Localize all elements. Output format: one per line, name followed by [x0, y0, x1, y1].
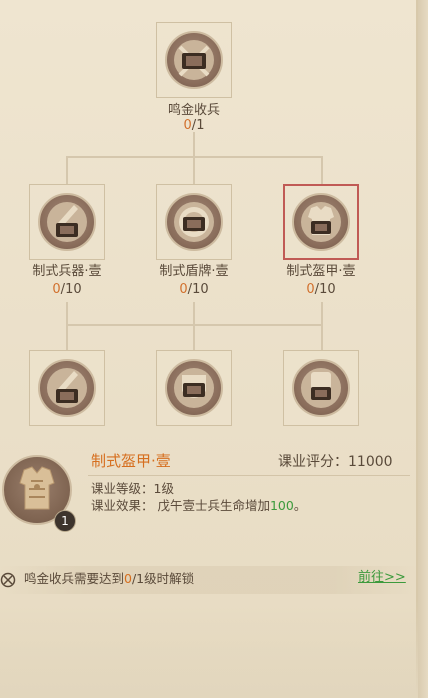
- shield-scroll-icon: [174, 202, 214, 242]
- connector: [66, 302, 68, 350]
- connector: [193, 132, 195, 158]
- bottom-decoration: [0, 600, 418, 698]
- node-label: 制式盔甲·壹: [286, 264, 356, 279]
- node-progress: 0/10: [134, 282, 254, 298]
- node-circle: [38, 193, 96, 251]
- progress-max: 10: [192, 282, 209, 297]
- unlock-text: 鸣金收兵需要达到0/1级时解锁: [24, 571, 194, 587]
- connector: [321, 302, 323, 350]
- level-badge: 1: [54, 510, 76, 532]
- progress-max: 10: [65, 282, 82, 297]
- node-progress: 0/10: [7, 282, 127, 298]
- progress-current: 0: [52, 282, 61, 297]
- effect-prefix: 课业效果： 戊午壹士兵生命增加: [91, 498, 270, 513]
- skill-node-shield-2[interactable]: [156, 350, 232, 426]
- progress-current: 0: [179, 282, 188, 297]
- node-label: 鸣金收兵: [167, 103, 220, 118]
- goto-link[interactable]: 前往>>: [358, 570, 406, 586]
- node-circle: [292, 193, 350, 251]
- effect-value: 100: [269, 498, 294, 513]
- score-value: 11000: [348, 454, 393, 470]
- node-label: 制式盾牌·壹: [159, 264, 229, 279]
- node-circle: [165, 193, 223, 251]
- progress-current: 0: [183, 118, 192, 133]
- unlock-prefix: 鸣金收兵需要达到: [24, 571, 125, 586]
- unlock-suffix: /1级时解锁: [131, 571, 195, 586]
- connector: [193, 156, 195, 184]
- panel-edge: [418, 0, 428, 698]
- skill-node-weapon-2[interactable]: [29, 350, 105, 426]
- level-badge-text: 1: [61, 514, 69, 528]
- node-circle: [165, 359, 223, 417]
- weapon-scroll-icon: [47, 202, 87, 242]
- score-label: 课业评分：: [278, 454, 348, 470]
- detail-title: 制式盔甲·壹: [91, 452, 171, 470]
- connector: [193, 302, 195, 350]
- skill-node-armor[interactable]: [283, 184, 359, 260]
- node-label: 制式兵器·壹: [32, 264, 102, 279]
- scroll-crossed-icon: [174, 40, 214, 80]
- armor-scroll-icon: [301, 202, 341, 242]
- connector: [66, 156, 68, 184]
- node-progress: 0/10: [261, 282, 381, 298]
- skill-node-top[interactable]: [156, 22, 232, 98]
- skill-node-weapon[interactable]: [29, 184, 105, 260]
- progress-max: 10: [319, 282, 336, 297]
- lock-icon: [0, 572, 16, 588]
- effect-suffix: 。: [293, 498, 307, 513]
- weapon-scroll-icon: [47, 368, 87, 408]
- unlock-value: 0: [124, 571, 132, 586]
- node-circle: [38, 359, 96, 417]
- shield-scroll-icon: [174, 368, 214, 408]
- connector: [321, 156, 323, 184]
- connector: [66, 324, 323, 326]
- detail-effect: 课业效果： 戊午壹士兵生命增加100。: [91, 498, 306, 514]
- node-circle: [165, 31, 223, 89]
- detail-level: 课业等级：1级: [91, 481, 174, 496]
- node-circle: [292, 359, 350, 417]
- skill-node-armor-2[interactable]: [283, 350, 359, 426]
- detail-icon-frame: 1: [0, 452, 78, 532]
- skill-node-shield[interactable]: [156, 184, 232, 260]
- detail-score: 课业评分：11000: [278, 453, 393, 471]
- armor-scroll-icon: [301, 368, 341, 408]
- node-progress: 0/1: [134, 118, 254, 134]
- detail-divider: [88, 475, 410, 476]
- progress-max: 1: [196, 118, 205, 133]
- progress-current: 0: [306, 282, 315, 297]
